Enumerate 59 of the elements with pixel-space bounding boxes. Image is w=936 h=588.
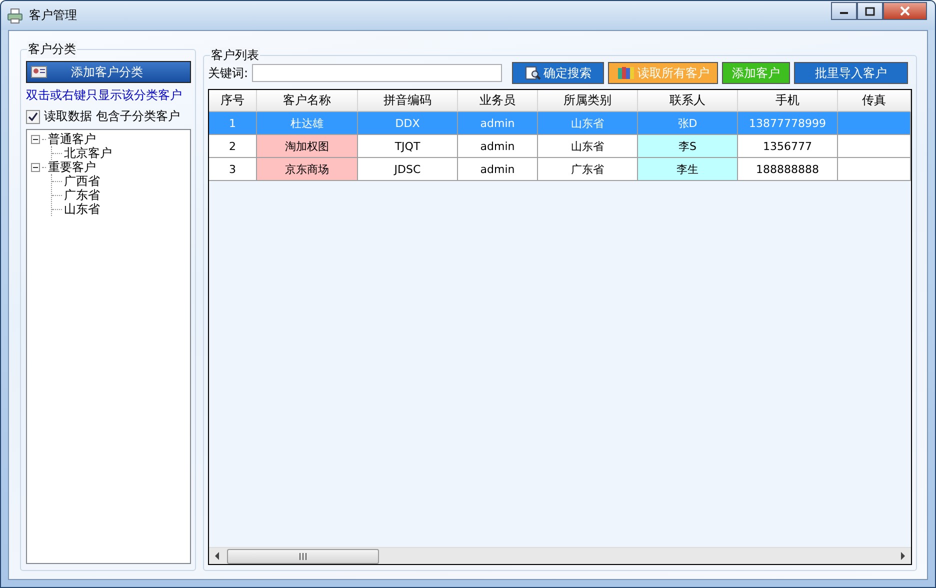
expand-toggle[interactable] <box>31 162 40 172</box>
tree-item[interactable]: 普通客户 <box>48 130 96 148</box>
table-cell: 188888888 <box>738 158 838 181</box>
table-cell: 1 <box>209 112 257 135</box>
column-header[interactable]: 联系人 <box>638 90 738 112</box>
table-cell: 1356777 <box>738 135 838 158</box>
checkbox-label: 读取数据 包含子分类客户 <box>44 108 180 125</box>
toolbar-button[interactable]: 批里导入客户 <box>794 62 908 84</box>
table-cell: admin <box>458 158 538 181</box>
close-button[interactable] <box>883 2 927 20</box>
horizontal-scrollbar[interactable] <box>209 547 911 564</box>
table-cell: admin <box>458 135 538 158</box>
table-cell: 山东省 <box>538 112 638 135</box>
toolbar-button[interactable]: 确定搜索 <box>512 62 604 84</box>
add-category-button[interactable]: 添加客户分类 <box>26 61 191 83</box>
table-cell: 淘加权图 <box>257 135 358 158</box>
contact-card-icon <box>31 66 47 78</box>
hint-text: 双击或右键只显示该分类客户 <box>26 87 183 104</box>
table-cell: 杜达雄 <box>257 112 358 135</box>
books-icon <box>616 66 635 80</box>
table-cell: 山东省 <box>538 135 638 158</box>
expand-toggle[interactable] <box>31 134 40 144</box>
table-cell: 2 <box>209 135 257 158</box>
keyword-label: 关键词: <box>208 64 248 82</box>
tree-item[interactable]: 广西省 <box>64 172 100 190</box>
tree-item[interactable]: 北京客户 <box>64 144 112 162</box>
table-cell: 3 <box>209 158 257 181</box>
tree-item[interactable]: 山东省 <box>64 200 100 218</box>
table-cell: JDSC <box>358 158 458 181</box>
table-cell: admin <box>458 112 538 135</box>
table-cell: DDX <box>358 112 458 135</box>
column-header[interactable]: 序号 <box>209 90 257 112</box>
window-title: 客户管理 <box>29 7 77 24</box>
column-header[interactable]: 业务员 <box>458 90 538 112</box>
column-header[interactable]: 拼音编码 <box>358 90 458 112</box>
checkbox[interactable] <box>26 110 40 124</box>
table-cell: 13877778999 <box>738 112 838 135</box>
panel-title: 客户分类 <box>27 41 77 58</box>
table-cell: 李生 <box>638 158 738 181</box>
column-header[interactable]: 客户名称 <box>257 90 358 112</box>
table-cell: 张D <box>638 112 738 135</box>
column-header[interactable]: 传真 <box>838 90 911 112</box>
tree-item[interactable]: 广东省 <box>64 186 100 204</box>
column-header[interactable]: 所属类别 <box>538 90 638 112</box>
tree-item[interactable]: 重要客户 <box>48 158 96 176</box>
column-header[interactable]: 手机 <box>738 90 838 112</box>
table-cell: 李S <box>638 135 738 158</box>
maximize-icon <box>865 6 875 16</box>
scroll-thumb[interactable] <box>227 548 379 564</box>
table-cell: TJQT <box>358 135 458 158</box>
close-icon <box>899 6 911 16</box>
keyword-field[interactable] <box>252 64 502 82</box>
table-cell: 京东商场 <box>257 158 358 181</box>
table-cell: 广东省 <box>538 158 638 181</box>
search-icon <box>524 66 541 80</box>
minimize-button[interactable] <box>831 2 857 20</box>
maximize-button[interactable] <box>857 2 883 20</box>
printer-icon <box>7 8 23 24</box>
panel-title: 客户列表 <box>210 47 260 64</box>
